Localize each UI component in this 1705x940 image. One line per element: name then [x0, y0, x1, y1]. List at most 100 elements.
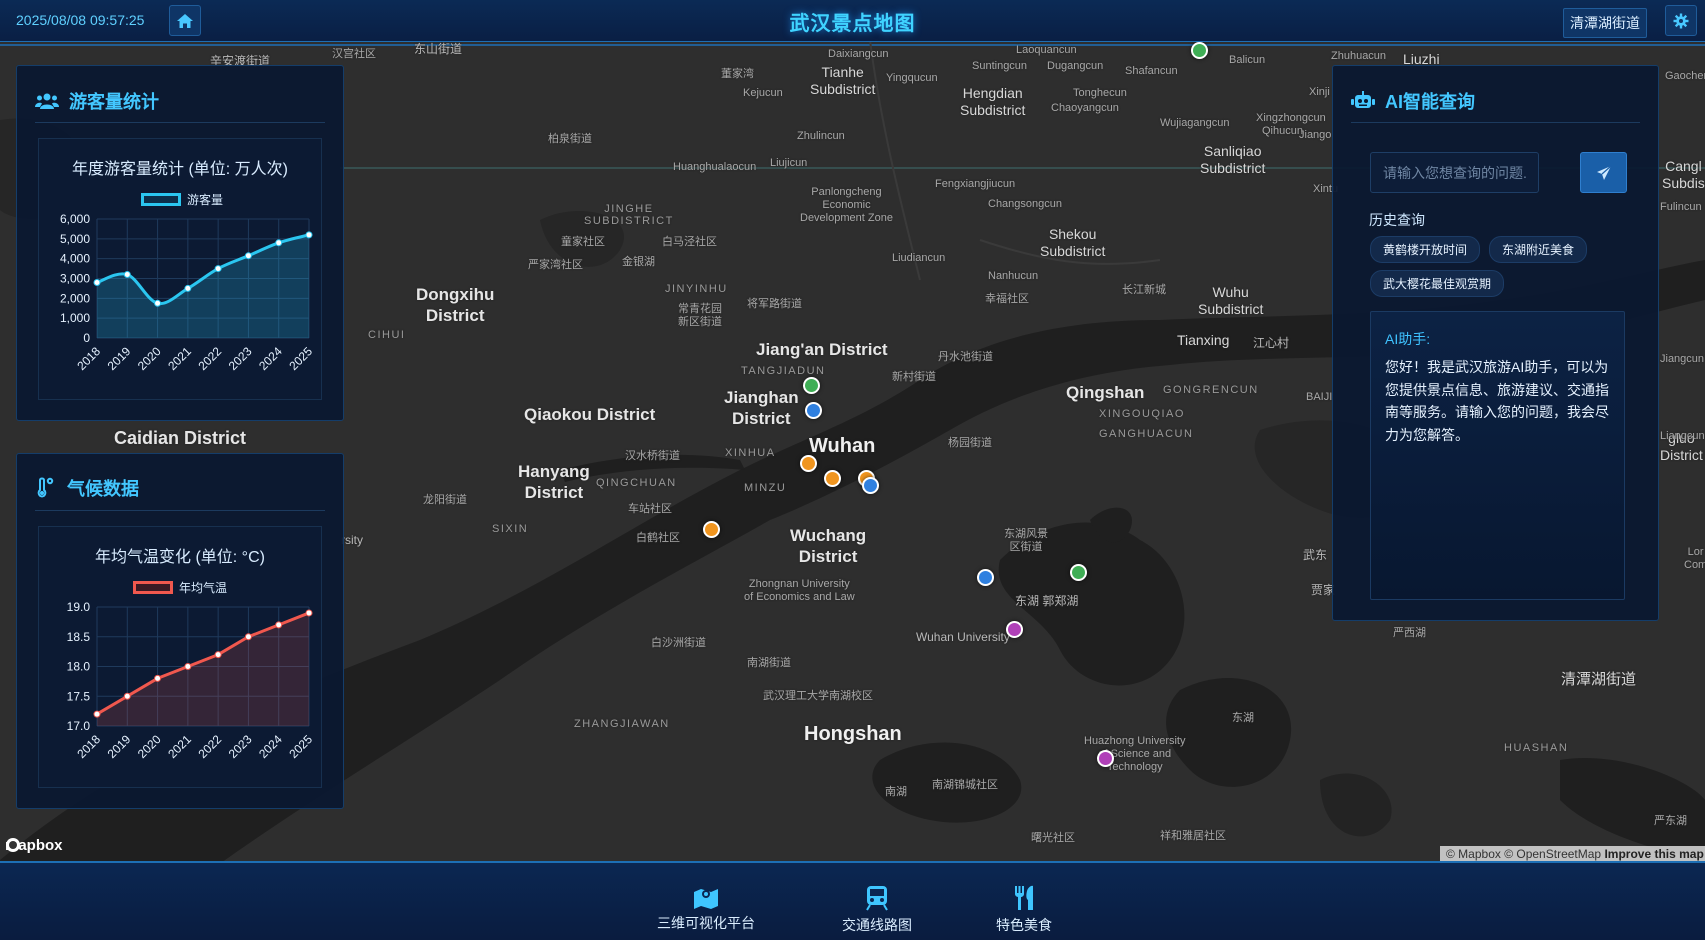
x-tick-label: 2024 — [256, 344, 285, 373]
data-point — [93, 710, 101, 718]
divider — [35, 510, 325, 511]
history-chip[interactable]: 东湖附近美食 — [1489, 236, 1588, 263]
map-label: 东湖 — [1232, 712, 1254, 724]
divider — [35, 122, 325, 123]
map-label: 丹水池街道 — [938, 351, 993, 363]
map-label: Hongshan — [804, 723, 902, 745]
map-label: 曙光社区 — [1031, 832, 1075, 844]
map-label-line: 东湖风景 — [1004, 528, 1048, 540]
map-label-line: Dongxihu — [416, 285, 495, 304]
map-label-line: 新区街道 — [678, 316, 722, 328]
poi-marker-purple[interactable] — [1097, 750, 1114, 767]
map-label: Zhongnan University of Economics and Law — [744, 578, 855, 604]
map-label-line: Technology — [1106, 761, 1163, 773]
x-tick-label: 2019 — [105, 344, 134, 373]
ai-query-input[interactable] — [1370, 152, 1539, 193]
map-label: Lor Com — [1684, 546, 1705, 572]
x-tick-label: 2020 — [135, 732, 164, 761]
map-label: 武汉理工大学南湖校区 — [763, 690, 873, 702]
ai-panel-header: AI智能查询 — [1351, 88, 1475, 114]
poi-marker-blue[interactable] — [862, 477, 879, 494]
y-tick-label: 2,000 — [60, 291, 90, 305]
map-label: 严家湾社区 — [528, 259, 583, 271]
settings-button[interactable] — [1665, 5, 1697, 36]
map-label: Huanghualaocun — [673, 161, 757, 173]
map-label: 车站社区 — [628, 503, 672, 515]
map-label: 白沙洲街道 — [651, 637, 706, 649]
map-label-line: Subdistrict — [1198, 301, 1264, 317]
data-point — [93, 278, 101, 286]
data-point — [184, 284, 192, 292]
street-selector-button[interactable]: 清潭湖街道 — [1563, 8, 1647, 38]
y-tick-label: 18.5 — [67, 630, 91, 644]
history-chip[interactable]: 武大樱花最佳观赏期 — [1370, 270, 1505, 297]
map-label: Laoquancun — [1016, 44, 1077, 56]
climate-panel-header: 气候数据 — [35, 475, 139, 501]
attribution-text[interactable]: © Mapbox © OpenStreetMap — [1446, 847, 1601, 861]
top-bar: 2025/08/08 09:57:25 武汉景点地图 清潭湖街道 — [0, 0, 1705, 42]
map-label-line: Subdistrict — [1040, 243, 1106, 259]
poi-marker-blue[interactable] — [977, 569, 994, 586]
poi-marker-purple[interactable] — [1006, 621, 1023, 638]
map-label-line: District — [425, 306, 485, 325]
poi-marker-orange[interactable] — [703, 521, 720, 538]
map-label: QINGCHUAN — [596, 477, 677, 489]
improve-map-link[interactable]: Improve this map — [1604, 847, 1703, 861]
data-point — [275, 239, 283, 247]
map-label: Shafancun — [1125, 65, 1178, 77]
map-label: Tonghecun — [1073, 87, 1127, 99]
map-label: 东湖 郭郑湖 — [1015, 594, 1079, 608]
map-label: Liujicun — [770, 157, 808, 169]
map-label: Yingqucun — [886, 72, 938, 84]
map-3d-icon — [694, 889, 718, 909]
map-label: GONGRENCUN — [1163, 384, 1259, 396]
map-label-line: 区街道 — [1009, 541, 1043, 553]
poi-marker-green[interactable] — [1070, 564, 1087, 581]
history-chip[interactable]: 黄鹤楼开放时间 — [1370, 236, 1481, 263]
map-label-line: Cangl — [1665, 158, 1702, 174]
data-point — [123, 271, 131, 279]
map-label: Jiangcun — [1660, 353, 1705, 365]
map-label: Kejucun — [743, 87, 783, 99]
poi-marker-green[interactable] — [803, 377, 820, 394]
map-label: Caidian District — [114, 428, 247, 448]
map-label: Xingzhongcun — [1256, 112, 1326, 124]
poi-marker-orange[interactable] — [824, 470, 841, 487]
map-label: 柏泉街道 — [548, 133, 592, 145]
y-tick-label: 19.0 — [67, 600, 91, 614]
poi-marker-blue[interactable] — [805, 402, 822, 419]
map-label: Jianghan District — [724, 387, 799, 429]
map-label-line: Lor — [1687, 546, 1704, 558]
send-button[interactable] — [1580, 152, 1627, 193]
map-label: Nanhucun — [988, 270, 1039, 282]
map-label-line: Development Zone — [800, 212, 893, 224]
mapbox-logo[interactable]: mapbox — [5, 837, 63, 854]
map-label: 白马泾社区 — [662, 236, 717, 248]
x-tick-label: 2022 — [195, 344, 224, 373]
map-label: Zhuhuacun — [1331, 50, 1387, 62]
map-label: Shekou Subdistrict — [1040, 226, 1105, 260]
app-root: { "header": { "datetime": "2025/08/08 09… — [0, 0, 1705, 940]
map-label-line: Wuhu — [1212, 284, 1249, 300]
map-label: JINYINHU — [665, 283, 728, 295]
nav-local-food[interactable]: 特色美食 — [996, 885, 1052, 935]
map-label-line: Subdistrict — [810, 81, 876, 97]
map-label: Fengxiangjiucun — [935, 178, 1016, 190]
data-point — [214, 651, 222, 659]
nav-transit-map[interactable]: 交通线路图 — [842, 885, 912, 935]
map-label: 南湖锦城社区 — [932, 779, 998, 791]
nav-3d-platform[interactable]: 三维可视化平台 — [657, 885, 755, 933]
food-utensils-icon — [1015, 885, 1033, 910]
poi-marker-green[interactable] — [1191, 42, 1208, 59]
map-label: Tianxing — [1177, 332, 1230, 348]
y-tick-label: 0 — [83, 331, 90, 345]
poi-marker-orange[interactable] — [800, 455, 817, 472]
data-point — [305, 609, 313, 617]
y-tick-label: 1,000 — [60, 311, 90, 325]
map-label-line: Zhongnan University — [748, 578, 850, 590]
page-title: 武汉景点地图 — [789, 13, 916, 35]
map-label: TANGJIADUN — [741, 365, 826, 377]
x-tick-label: 2018 — [74, 732, 103, 761]
map-label: Wuhan University — [916, 630, 1010, 644]
map-label: 南湖 — [885, 786, 907, 798]
